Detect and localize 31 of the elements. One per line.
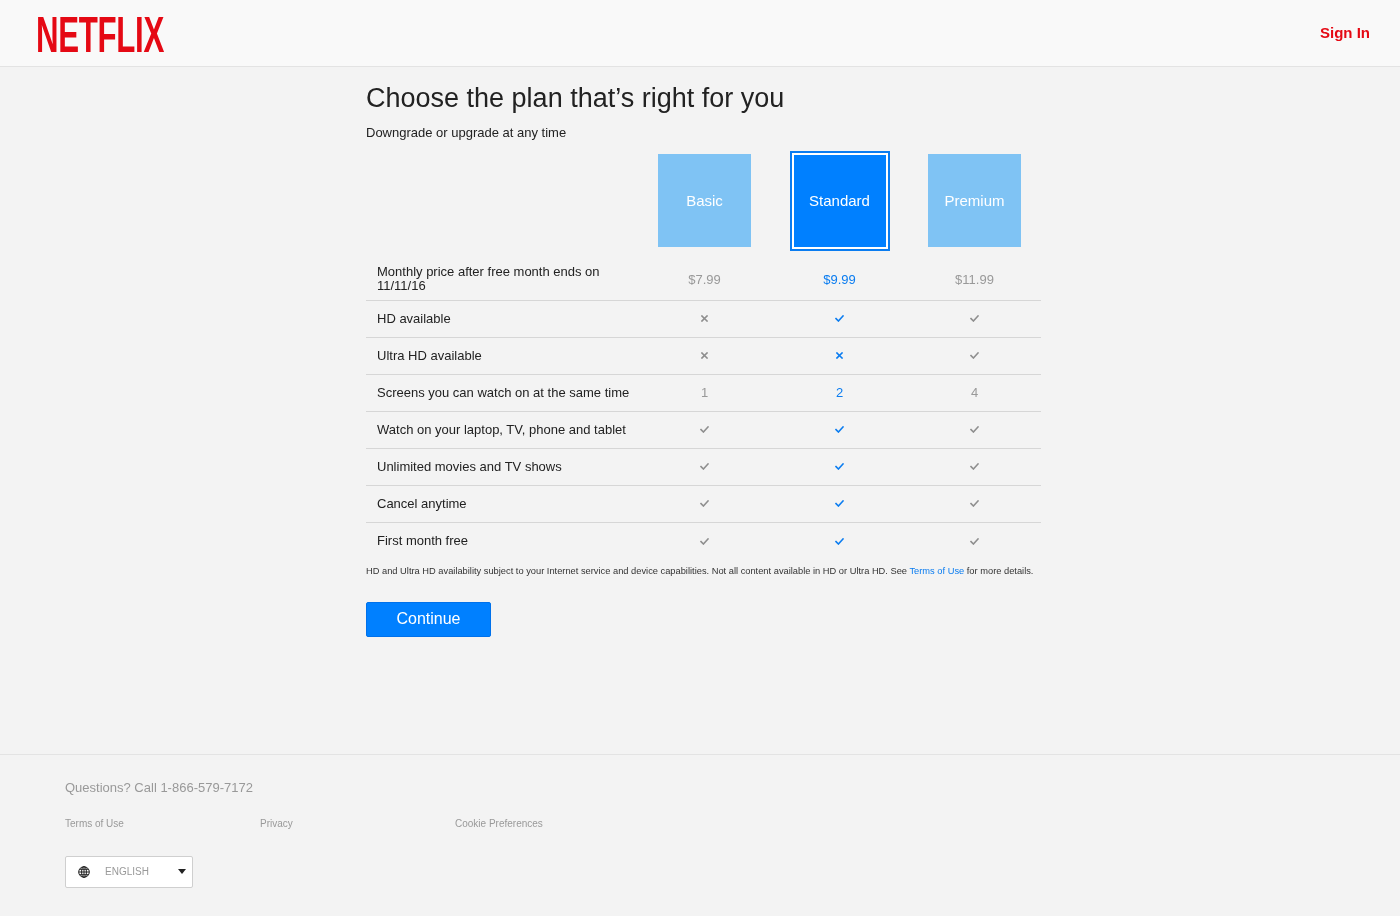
caret-icon [178, 869, 186, 874]
contact-phone-text: Questions? Call 1-866-579-7172 [65, 779, 253, 797]
feature-label: Watch on your laptop, TV, phone and tablet [377, 422, 626, 438]
netflix-logo[interactable]: NETFLIX [36, 9, 164, 60]
terms-of-use-link[interactable]: Terms of Use [909, 565, 965, 576]
cell-value: 4 [970, 384, 979, 403]
feature-label: Screens you can watch on at the same time [377, 385, 630, 401]
footer-link[interactable]: Privacy [260, 815, 293, 831]
globe-icon [78, 865, 90, 878]
cell-value: 1 [700, 384, 709, 403]
footnote-text: HD and Ultra HD availability subject to your Internet service and device capabilities. Not all content available in HD or Ultra HD. See Terms of Use for more details. [366, 564, 1034, 577]
cell-value: $7.99 [688, 270, 721, 289]
feature-label: Unlimited movies and TV shows [377, 459, 562, 475]
page-subtitle: Downgrade or upgrade at any time [366, 124, 567, 143]
plan-option[interactable]: Basic [658, 154, 751, 248]
plan-option[interactable]: Premium [928, 154, 1021, 248]
footer-link[interactable]: Cookie Preferences [455, 815, 543, 831]
cell-value: $9.99 [823, 270, 856, 289]
feature-label: Monthly price after free month ends on 11/11/16 [377, 265, 601, 294]
page-title: Choose the plan that’s right for you [366, 82, 785, 115]
cell-value: 2 [835, 384, 844, 403]
feature-label: Cancel anytime [377, 496, 467, 512]
feature-label: First month free [377, 534, 469, 549]
plan-option[interactable]: Standard [789, 150, 890, 251]
feature-label: Ultra HD available [377, 348, 482, 364]
cell-value: $11.99 [955, 270, 994, 289]
sign-in-link[interactable]: Sign In [1320, 21, 1370, 45]
footer-link[interactable]: Terms of Use [65, 815, 124, 831]
continue-button[interactable]: Continue [366, 601, 491, 637]
language-select[interactable]: ENGLISH [65, 855, 193, 888]
feature-label: HD available [377, 311, 451, 327]
